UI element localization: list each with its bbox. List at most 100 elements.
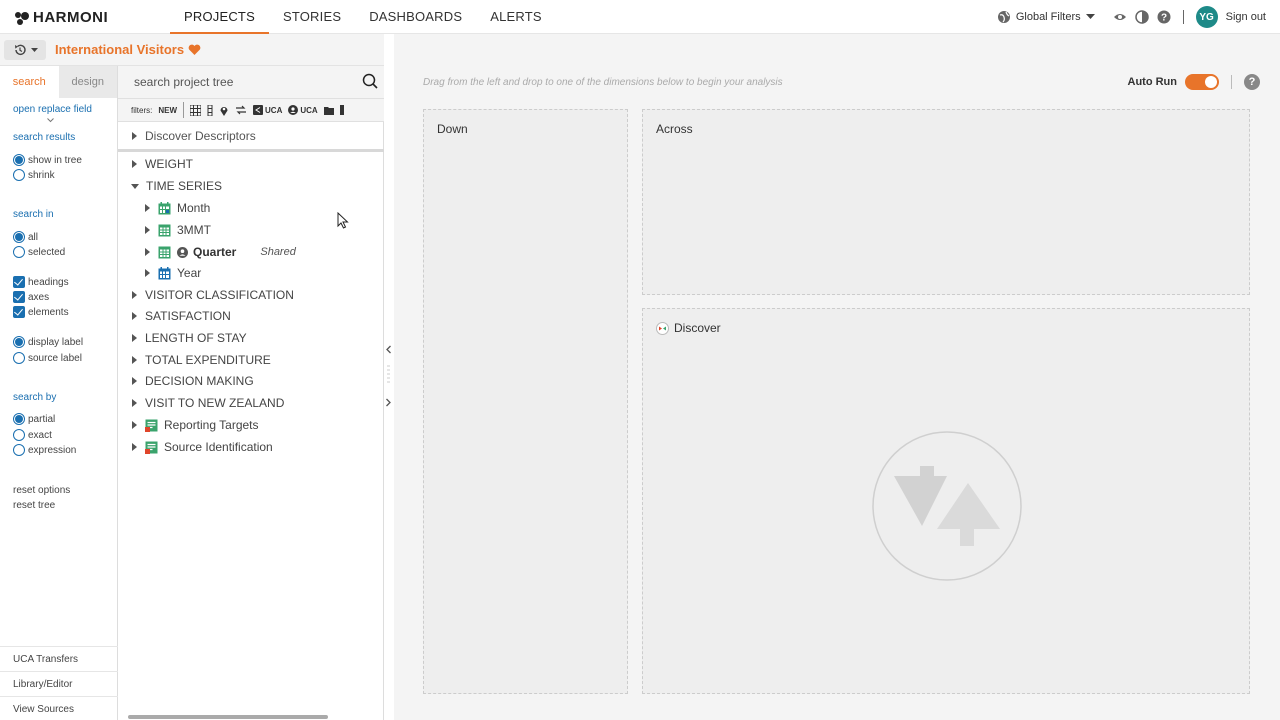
caret-right-icon[interactable]	[132, 291, 137, 299]
chevron-down-icon[interactable]	[47, 118, 54, 123]
radio-all[interactable]: all	[13, 231, 38, 243]
mouse-cursor-icon	[337, 212, 349, 229]
caret-right-icon[interactable]	[132, 312, 137, 320]
filter-more-icon[interactable]	[339, 105, 344, 115]
user-avatar[interactable]: YG	[1195, 6, 1218, 28]
caret-right-icon[interactable]	[132, 132, 137, 140]
search-in-heading: search in	[13, 209, 54, 220]
tree-item-month[interactable]: Month	[145, 198, 210, 218]
filter-grid-icon[interactable]	[190, 104, 202, 116]
tree-item-visitor-classification[interactable]: VISITOR CLASSIFICATION	[132, 285, 294, 305]
radio-label: partial	[28, 413, 56, 425]
sign-out-link[interactable]: Sign out	[1226, 11, 1266, 23]
caret-right-icon[interactable]	[145, 248, 150, 256]
drop-zone-across[interactable]: Across	[642, 109, 1250, 295]
harmoni-logo[interactable]: HARMONI	[14, 9, 108, 26]
radio-expression[interactable]: expression	[13, 444, 76, 456]
search-icon[interactable]	[362, 73, 378, 89]
tree-item-label: Year	[177, 266, 202, 280]
radio-partial[interactable]: partial	[13, 413, 55, 425]
collapse-left-icon[interactable]	[385, 345, 392, 354]
contrast-icon[interactable]	[1134, 10, 1149, 24]
tree-item-visit-to-new-zealand[interactable]: VISIT TO NEW ZEALAND	[132, 393, 284, 413]
checkbox-axes[interactable]: axes	[13, 291, 49, 303]
drop-zone-discover[interactable]: Discover	[642, 308, 1250, 694]
drag-handle-icon[interactable]	[387, 364, 390, 386]
caret-right-icon[interactable]	[132, 377, 137, 385]
caret-right-icon[interactable]	[132, 443, 137, 451]
report-icon	[145, 441, 158, 454]
help-icon[interactable]: ?	[1244, 74, 1260, 90]
filter-location-icon[interactable]	[219, 105, 229, 116]
auto-run-toggle[interactable]	[1185, 74, 1219, 90]
radio-indicator	[13, 444, 25, 456]
drop-zone-title-row: Discover	[656, 321, 721, 335]
nav-dashboards[interactable]: DASHBOARDS	[355, 0, 476, 34]
checkbox-headings[interactable]: headings	[13, 276, 69, 288]
search-project-tree-input[interactable]	[124, 71, 354, 93]
view-sources-link[interactable]: View Sources	[0, 696, 118, 720]
filter-folder-icon[interactable]	[323, 105, 334, 115]
caret-right-icon[interactable]	[132, 160, 137, 168]
tab-search[interactable]: search	[0, 66, 59, 98]
reset-tree-link[interactable]: reset tree	[13, 500, 55, 511]
radio-label: source label	[28, 352, 82, 364]
tree-item-3mmt[interactable]: 3MMT	[145, 220, 211, 240]
heart-icon[interactable]	[188, 44, 201, 56]
tree-item-source-identification[interactable]: Source Identification	[132, 437, 273, 457]
reset-options-link[interactable]: reset options	[13, 485, 70, 496]
caret-right-icon[interactable]	[145, 269, 150, 277]
expand-right-icon[interactable]	[385, 398, 392, 407]
tree-item-discover-descriptors[interactable]: Discover Descriptors	[132, 126, 256, 146]
tree-item-decision-making[interactable]: DECISION MAKING	[132, 371, 254, 391]
tree-item-quarter[interactable]: Quarter Shared	[145, 242, 296, 262]
tree-item-year[interactable]: Year	[145, 263, 201, 283]
tree-item-weight[interactable]: WEIGHT	[132, 154, 193, 174]
tree-item-time-series[interactable]: TIME SERIES	[131, 176, 222, 196]
tree-item-reporting-targets[interactable]: Reporting Targets	[132, 415, 259, 435]
panel-splitter[interactable]	[384, 34, 394, 720]
caret-right-icon[interactable]	[132, 421, 137, 429]
history-button[interactable]	[4, 40, 46, 60]
radio-indicator	[13, 336, 25, 348]
chevron-down-icon	[30, 47, 38, 52]
eye-icon[interactable]	[1113, 10, 1127, 24]
radio-show-in-tree[interactable]: show in tree	[13, 154, 82, 166]
uca-transfers-link[interactable]: UCA Transfers	[0, 646, 118, 671]
user-icon	[177, 246, 188, 258]
user-icon	[288, 105, 299, 115]
filter-new[interactable]: NEW	[158, 106, 177, 115]
radio-exact[interactable]: exact	[13, 429, 52, 441]
filter-uca-share[interactable]: UCA	[253, 105, 282, 115]
caret-right-icon[interactable]	[132, 334, 137, 342]
drop-zone-down[interactable]: Down	[423, 109, 628, 694]
scrollbar-thumb[interactable]	[128, 715, 328, 719]
library-editor-link[interactable]: Library/Editor	[0, 671, 118, 696]
open-replace-field-link[interactable]: open replace field	[13, 104, 92, 115]
filter-transfer-icon[interactable]	[235, 105, 247, 115]
caret-right-icon[interactable]	[145, 226, 150, 234]
radio-source-label[interactable]: source label	[13, 352, 82, 364]
caret-right-icon[interactable]	[145, 204, 150, 212]
help-icon[interactable]: ?	[1157, 10, 1171, 24]
tree-item-satisfaction[interactable]: SATISFACTION	[132, 306, 231, 326]
radio-indicator	[13, 231, 25, 243]
caret-down-icon[interactable]	[131, 183, 139, 189]
nav-stories[interactable]: STORIES	[269, 0, 355, 34]
filter-column-icon[interactable]	[207, 104, 213, 116]
radio-selected[interactable]: selected	[13, 246, 65, 258]
checkbox-elements[interactable]: elements	[13, 306, 69, 318]
nav-projects[interactable]: PROJECTS	[170, 0, 269, 34]
tab-design[interactable]: design	[58, 66, 117, 98]
caret-right-icon[interactable]	[132, 399, 137, 407]
tree-item-label: Quarter	[193, 245, 237, 259]
tree-item-total-expenditure[interactable]: TOTAL EXPENDITURE	[132, 350, 271, 370]
horizontal-scrollbar[interactable]	[126, 714, 376, 720]
global-filters-button[interactable]: Global Filters	[997, 10, 1095, 24]
nav-alerts[interactable]: ALERTS	[476, 0, 556, 34]
caret-right-icon[interactable]	[132, 356, 137, 364]
tree-item-length-of-stay[interactable]: LENGTH OF STAY	[132, 328, 247, 348]
radio-display-label[interactable]: display label	[13, 336, 83, 348]
radio-shrink[interactable]: shrink	[13, 169, 55, 181]
filter-uca-user[interactable]: UCA	[288, 105, 318, 115]
